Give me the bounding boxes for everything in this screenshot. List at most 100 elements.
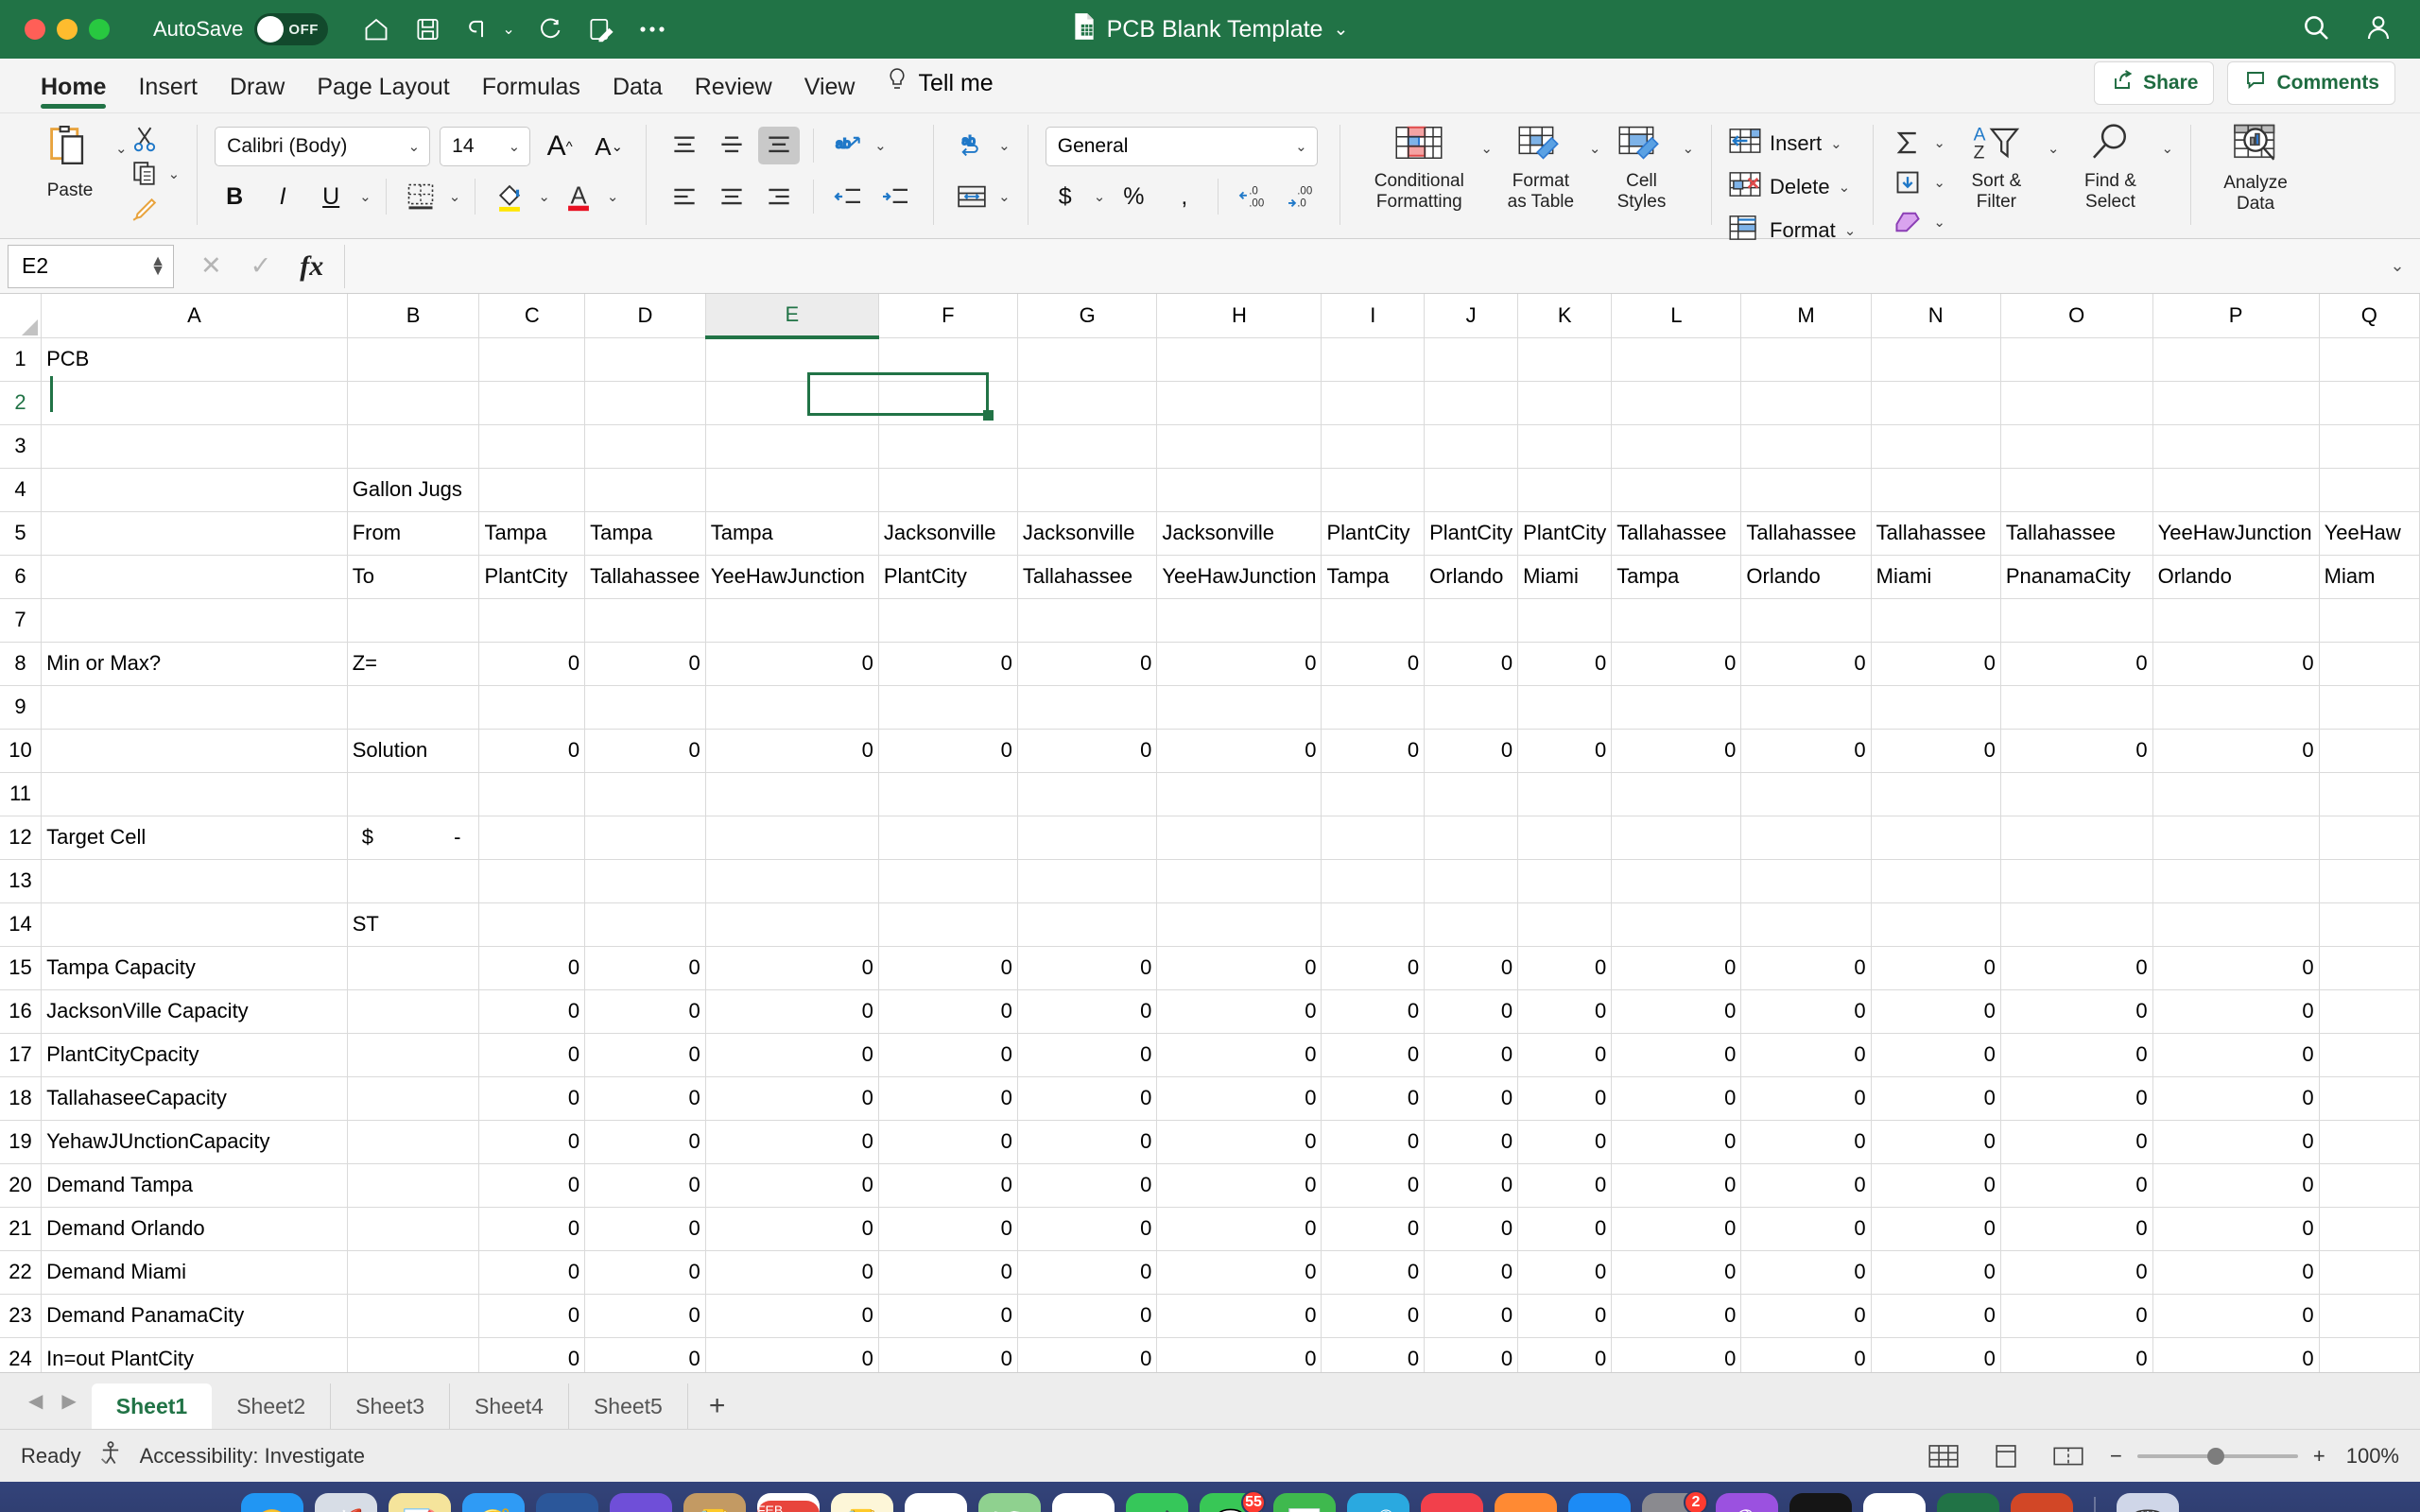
cell-J10[interactable]: 0 (1424, 729, 1519, 773)
cell-K1[interactable] (1517, 337, 1613, 382)
row-header-2[interactable]: 2 (0, 381, 43, 425)
cell-F23[interactable]: 0 (878, 1294, 1018, 1338)
cell-E7[interactable] (705, 598, 879, 643)
dock-icon-keynote[interactable]: 📽 (1347, 1493, 1409, 1512)
dock-icon-excel[interactable]: X (1937, 1493, 1999, 1512)
tab-home[interactable]: Home (25, 74, 122, 112)
table-row[interactable]: 6 To PlantCity Tallahassee YeeHawJunction Pla… (0, 555, 2420, 599)
table-row[interactable]: 7 (0, 598, 2420, 643)
cell-L19[interactable]: 0 (1611, 1120, 1742, 1164)
column-header-b[interactable]: B (347, 294, 480, 338)
cell-Q5[interactable]: YeeHaw (2319, 511, 2420, 556)
sheet-tab-sheet1[interactable]: Sheet1 (91, 1383, 213, 1429)
wrap-text-button[interactable]: ab (951, 127, 993, 164)
sheet-tab-sheet4[interactable]: Sheet4 (450, 1383, 569, 1429)
ribbon-right-buttons[interactable]: Share Comments (2094, 61, 2395, 112)
row-header-12[interactable]: 12 (0, 816, 43, 860)
autosave-control[interactable]: AutoSave OFF (153, 13, 329, 45)
cell-M2[interactable] (1740, 381, 1872, 425)
cell-P16[interactable]: 0 (2152, 989, 2320, 1034)
decrease-font-size-button[interactable]: A ⌄ (589, 128, 629, 165)
cell-B12[interactable]: $ - (347, 816, 480, 860)
formula-bar-actions[interactable]: ✕ ✓ fx (180, 250, 344, 283)
cell-E3[interactable] (705, 424, 879, 469)
cell-Q23[interactable] (2319, 1294, 2420, 1338)
cell-P22[interactable]: 0 (2152, 1250, 2320, 1295)
cell-O1[interactable] (2000, 337, 2153, 382)
cell-C18[interactable]: 0 (478, 1076, 586, 1121)
next-sheet-icon[interactable]: ▶ (61, 1389, 76, 1413)
cell-N21[interactable]: 0 (1871, 1207, 2001, 1251)
cell-J7[interactable] (1424, 598, 1519, 643)
cell-C9[interactable] (478, 685, 586, 730)
dock-icon-contacts[interactable]: 📒 (683, 1493, 746, 1512)
cell-E8[interactable]: 0 (705, 642, 879, 686)
cell-F12[interactable] (878, 816, 1018, 860)
column-header-i[interactable]: I (1321, 294, 1426, 338)
sheet-tab-sheet3[interactable]: Sheet3 (331, 1383, 451, 1429)
cell-Q12[interactable] (2319, 816, 2420, 860)
table-row[interactable]: 22 Demand Miami 0 0 0 0 0 0 0 0 0 0 0 0 0 0 (0, 1250, 2420, 1295)
cell-I18[interactable]: 0 (1321, 1076, 1426, 1121)
row-header-13[interactable]: 13 (0, 859, 43, 903)
orientation-chevron-down-icon[interactable]: ⌄ (874, 137, 887, 154)
cell-K8[interactable]: 0 (1517, 642, 1613, 686)
cell-B20[interactable] (347, 1163, 480, 1208)
tab-draw[interactable]: Draw (214, 74, 301, 112)
cell-A13[interactable] (41, 859, 348, 903)
cell-I19[interactable]: 0 (1321, 1120, 1426, 1164)
cell-A5[interactable] (41, 511, 348, 556)
cell-F10[interactable]: 0 (878, 729, 1018, 773)
cell-C24[interactable]: 0 (478, 1337, 586, 1372)
maximize-window-button[interactable] (89, 19, 110, 40)
page-break-preview-button[interactable] (2048, 1439, 2089, 1473)
cell-N2[interactable] (1871, 381, 2001, 425)
underline-chevron-down-icon[interactable]: ⌄ (359, 188, 372, 205)
cell-G6[interactable]: Tallahassee (1017, 555, 1158, 599)
cell-E10[interactable]: 0 (705, 729, 879, 773)
number-format-select[interactable]: General ⌄ (1045, 127, 1318, 166)
cell-D24[interactable]: 0 (584, 1337, 706, 1372)
cell-I22[interactable]: 0 (1321, 1250, 1426, 1295)
cell-O23[interactable]: 0 (2000, 1294, 2153, 1338)
cell-M10[interactable]: 0 (1740, 729, 1872, 773)
cell-I16[interactable]: 0 (1321, 989, 1426, 1034)
cell-E22[interactable]: 0 (705, 1250, 879, 1295)
cell-D19[interactable]: 0 (584, 1120, 706, 1164)
cell-M15[interactable]: 0 (1740, 946, 1872, 990)
copy-chevron-down-icon[interactable]: ⌄ (168, 165, 181, 182)
ribbon-tab-bar[interactable]: Home Insert Draw Page Layout Formulas Da… (0, 59, 2420, 113)
cell-E20[interactable]: 0 (705, 1163, 879, 1208)
table-row[interactable]: 19 YehawJUnctionCapacity 0 0 0 0 0 0 0 0 0 0 0 0 0 0 (0, 1120, 2420, 1164)
cell-N20[interactable]: 0 (1871, 1163, 2001, 1208)
wrap-text-chevron-down-icon[interactable]: ⌄ (998, 137, 1011, 154)
cell-D7[interactable] (584, 598, 706, 643)
status-bar-right[interactable]: − + 100% (1923, 1439, 2399, 1473)
cell-P2[interactable] (2152, 381, 2320, 425)
macos-dock[interactable]: 🙂 🚀 📝 🧭 W ◉ 📒 FEB6 📒 ☰ 🗺 ✿ 📹 💬55 📊 📽 N 📖 A ⚙2 🎙 tv ● XP 🗑 (0, 1482, 2420, 1512)
cell-I9[interactable] (1321, 685, 1426, 730)
cell-P13[interactable] (2152, 859, 2320, 903)
underline-button[interactable]: U (311, 178, 351, 215)
table-row[interactable]: 1 PCB (0, 337, 2420, 382)
save-icon[interactable] (411, 13, 443, 45)
cell-A12[interactable]: Target Cell (41, 816, 348, 860)
cell-G4[interactable] (1017, 468, 1158, 512)
cell-P9[interactable] (2152, 685, 2320, 730)
cell-A21[interactable]: Demand Orlando (41, 1207, 348, 1251)
cell-E15[interactable]: 0 (705, 946, 879, 990)
cell-I21[interactable]: 0 (1321, 1207, 1426, 1251)
cell-K18[interactable]: 0 (1517, 1076, 1613, 1121)
cell-C22[interactable]: 0 (478, 1250, 586, 1295)
cell-G9[interactable] (1017, 685, 1158, 730)
cell-G15[interactable]: 0 (1017, 946, 1158, 990)
column-header-e[interactable]: E (705, 294, 879, 339)
cell-P5[interactable]: YeeHawJunction (2152, 511, 2320, 556)
cell-M8[interactable]: 0 (1740, 642, 1872, 686)
cell-F4[interactable] (878, 468, 1018, 512)
font-name-chevron-down-icon[interactable]: ⌄ (408, 138, 421, 155)
tab-review[interactable]: Review (679, 74, 788, 112)
paste-button[interactable]: Paste (25, 117, 115, 201)
cell-N16[interactable]: 0 (1871, 989, 2001, 1034)
cell-Q6[interactable]: Miam (2319, 555, 2420, 599)
